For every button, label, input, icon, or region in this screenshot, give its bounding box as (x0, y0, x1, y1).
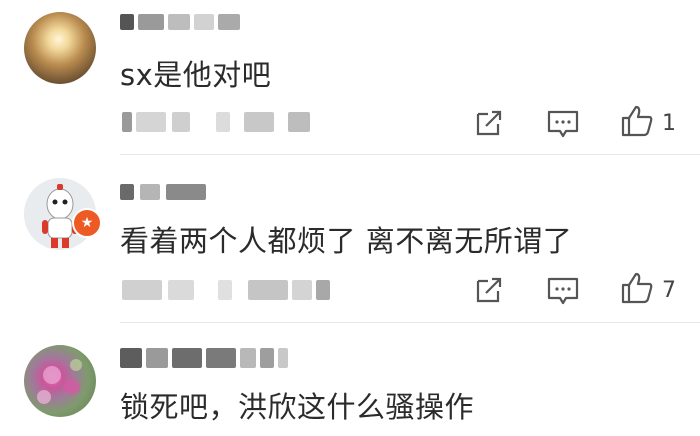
comment-text: 看着两个人都烦了 离不离无所谓了 (120, 224, 573, 258)
reply-icon[interactable] (546, 275, 580, 309)
comment-text: 锁死吧，洪欣这什么骚操作 (120, 390, 475, 424)
share-icon[interactable] (472, 273, 506, 307)
verified-star-badge-icon: ★ (72, 208, 102, 238)
like-count: 7 (662, 278, 676, 303)
user-avatar[interactable] (24, 345, 96, 417)
thumbs-up-icon[interactable] (620, 271, 654, 305)
divider (120, 322, 700, 323)
comment-item: 锁死吧，洪欣这什么骚操作 (0, 0, 700, 424)
